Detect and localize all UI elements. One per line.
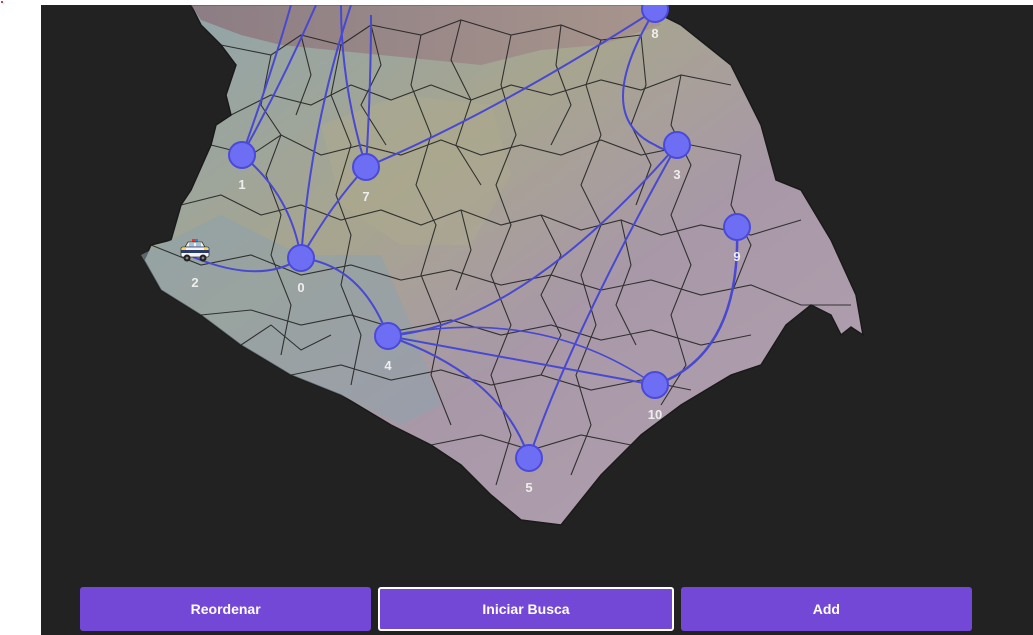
node-label-3: 3 (673, 167, 680, 182)
node-label-4: 4 (384, 358, 392, 373)
node-4[interactable] (374, 322, 402, 350)
node-label-5: 5 (525, 480, 532, 495)
node-label-1: 1 (238, 177, 245, 192)
action-bar: Reordenar Iniciar Busca Add (80, 587, 972, 631)
node-10[interactable] (641, 371, 669, 399)
node-label-2: 2 (191, 275, 198, 290)
node-1[interactable] (228, 141, 256, 169)
start-search-button[interactable]: Iniciar Busca (378, 587, 674, 631)
node-label-9: 9 (733, 249, 740, 264)
node-3[interactable] (663, 131, 691, 159)
node-label-8: 8 (651, 26, 658, 41)
node-7[interactable] (352, 153, 380, 181)
city-area (141, 5, 865, 526)
police-car-icon[interactable] (179, 237, 211, 267)
add-button[interactable]: Add (680, 587, 972, 631)
node-label-0: 0 (297, 280, 304, 295)
node-5[interactable] (515, 444, 543, 472)
node-9[interactable] (723, 213, 751, 241)
map-canvas[interactable]: 0 1 2 3 4 5 7 8 9 10 Reordenar Iniciar B… (41, 5, 1033, 635)
node-8[interactable] (641, 5, 669, 23)
reorder-button[interactable]: Reordenar (80, 587, 372, 631)
city-map[interactable]: 0 1 2 3 4 5 7 8 9 10 (41, 5, 1033, 635)
corner-marker (1, 1, 3, 3)
node-label-10: 10 (648, 407, 662, 422)
node-0[interactable] (287, 244, 315, 272)
node-label-7: 7 (362, 189, 369, 204)
